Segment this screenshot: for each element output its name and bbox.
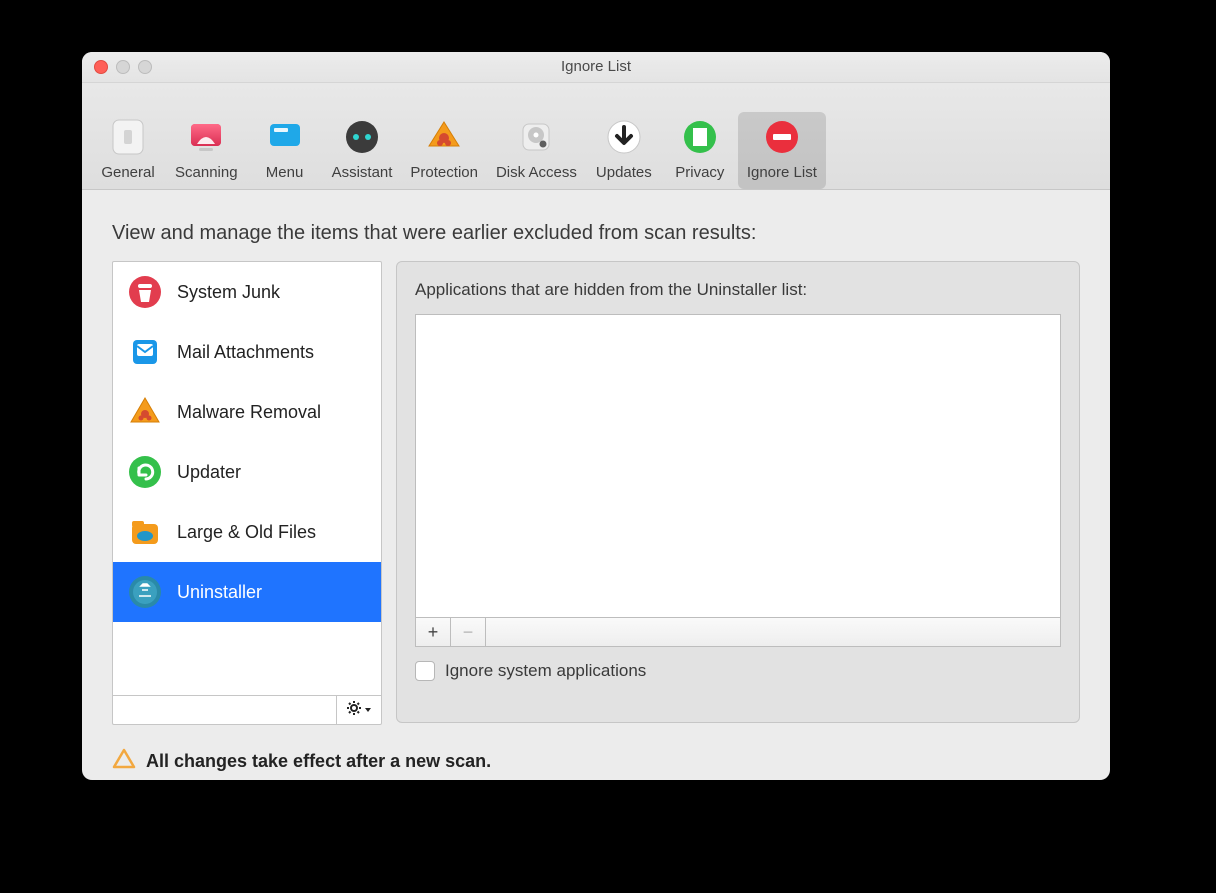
protection-icon [423, 116, 465, 158]
sidebar-item-malware-removal[interactable]: Malware Removal [113, 382, 381, 442]
notice-text: All changes take effect after a new scan… [146, 751, 491, 772]
sidebar-item-label: Uninstaller [177, 582, 262, 603]
assistant-icon [341, 116, 383, 158]
large-old-files-icon [127, 514, 163, 550]
tab-label: General [101, 164, 154, 181]
sidebar-actions-menu[interactable] [336, 696, 381, 724]
updater-icon [127, 454, 163, 490]
preferences-window: Ignore List General Scanning Menu [82, 52, 1110, 780]
sidebar-item-label: Large & Old Files [177, 522, 316, 543]
ignored-apps-list[interactable] [415, 314, 1061, 618]
warning-icon [112, 747, 136, 776]
privacy-icon [679, 116, 721, 158]
add-button[interactable]: + [416, 618, 451, 646]
tab-menu[interactable]: Menu [247, 112, 323, 189]
scanning-icon [185, 116, 227, 158]
sidebar-item-uninstaller[interactable]: Uninstaller [113, 562, 381, 622]
plus-icon: + [428, 622, 439, 643]
page-description: View and manage the items that were earl… [112, 222, 1080, 245]
tab-ignore-list[interactable]: Ignore List [738, 112, 826, 189]
gear-icon [346, 700, 362, 721]
tab-disk-access[interactable]: Disk Access [487, 112, 586, 189]
tab-label: Assistant [332, 164, 393, 181]
updates-icon [603, 116, 645, 158]
tab-assistant[interactable]: Assistant [323, 112, 402, 189]
tab-label: Scanning [175, 164, 238, 181]
sidebar-item-updater[interactable]: Updater [113, 442, 381, 502]
tab-general[interactable]: General [90, 112, 166, 189]
main-panel: Applications that are hidden from the Un… [396, 261, 1080, 723]
titlebar: Ignore List [82, 52, 1110, 83]
preferences-toolbar: General Scanning Menu Assistant [82, 83, 1110, 190]
window-title: Ignore List [82, 52, 1110, 82]
uninstaller-icon [127, 574, 163, 610]
remove-button[interactable]: − [451, 618, 486, 646]
tab-label: Disk Access [496, 164, 577, 181]
ignore-system-apps-row[interactable]: Ignore system applications [415, 661, 1061, 681]
general-icon [107, 116, 149, 158]
tab-protection[interactable]: Protection [401, 112, 487, 189]
tab-scanning[interactable]: Scanning [166, 112, 247, 189]
sidebar-item-label: Malware Removal [177, 402, 321, 423]
tab-label: Ignore List [747, 164, 817, 181]
tab-label: Privacy [675, 164, 724, 181]
panel-title: Applications that are hidden from the Un… [415, 280, 1061, 300]
list-toolbar: + − [415, 618, 1061, 647]
malware-removal-icon [127, 394, 163, 430]
system-junk-icon [127, 274, 163, 310]
tab-label: Protection [410, 164, 478, 181]
notice-row: All changes take effect after a new scan… [112, 747, 1080, 776]
sidebar-item-system-junk[interactable]: System Junk [113, 262, 381, 322]
sidebar-item-label: Updater [177, 462, 241, 483]
ignore-system-apps-checkbox[interactable] [415, 661, 435, 681]
tab-label: Updates [596, 164, 652, 181]
sidebar-item-label: System Junk [177, 282, 280, 303]
sidebar-item-label: Mail Attachments [177, 342, 314, 363]
checkbox-label: Ignore system applications [445, 661, 646, 681]
disk-access-icon [515, 116, 557, 158]
ignore-list-icon [761, 116, 803, 158]
content-area: View and manage the items that were earl… [82, 190, 1110, 780]
tab-privacy[interactable]: Privacy [662, 112, 738, 189]
minus-icon: − [463, 622, 474, 643]
menu-icon [264, 116, 306, 158]
chevron-down-icon [364, 701, 372, 719]
category-sidebar: System Junk Mail Attachments Malware Rem… [112, 261, 382, 725]
tab-label: Menu [266, 164, 304, 181]
sidebar-footer [113, 695, 381, 724]
sidebar-item-large-old-files[interactable]: Large & Old Files [113, 502, 381, 562]
tab-updates[interactable]: Updates [586, 112, 662, 189]
mail-attachments-icon [127, 334, 163, 370]
sidebar-item-mail-attachments[interactable]: Mail Attachments [113, 322, 381, 382]
